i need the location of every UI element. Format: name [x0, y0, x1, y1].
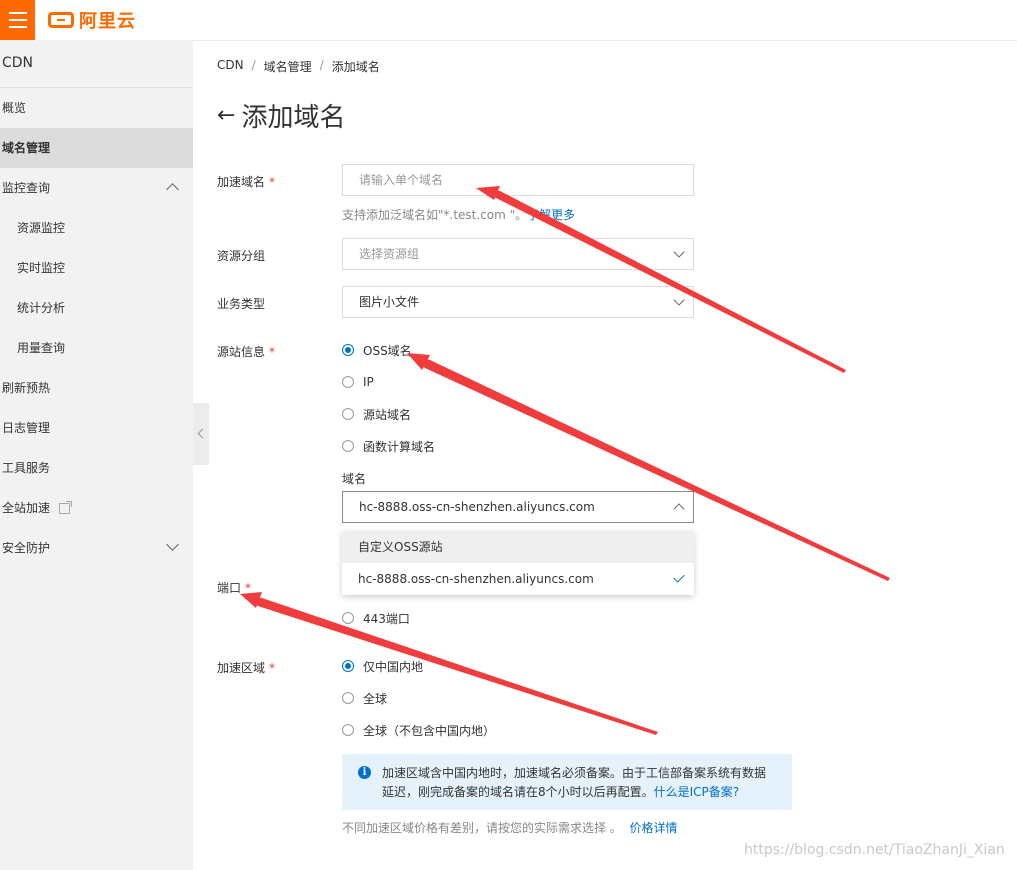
sidebar: CDN 概览 域名管理 监控查询 资源监控 实时监控 统计分析 用量查询 刷新预… — [0, 40, 193, 870]
radio-unchecked-icon — [342, 440, 354, 452]
radio-unchecked-icon — [342, 724, 354, 736]
breadcrumb-item-domain-management[interactable]: 域名管理 — [264, 58, 312, 75]
sidebar-item-tools[interactable]: 工具服务 — [0, 448, 193, 488]
breadcrumb-item-cdn[interactable]: CDN — [217, 58, 244, 75]
radio-region-global-excl-mainland[interactable]: 全球（不包含中国内地） — [342, 721, 495, 739]
checkmark-icon — [673, 571, 685, 583]
watermark: https://blog.csdn.net/TiaoZhanJi_Xian — [744, 842, 1005, 858]
radio-unchecked-icon — [342, 408, 354, 420]
radio-origin-domain[interactable]: 源站域名 — [342, 405, 411, 423]
resource-group-select[interactable]: 选择资源组 — [342, 238, 694, 270]
radio-port-443[interactable]: 443端口 — [342, 609, 410, 627]
price-details-link[interactable]: 价格详情 — [629, 821, 677, 835]
origin-domain-select[interactable]: hc-8888.oss-cn-shenzhen.aliyuncs.com — [342, 491, 694, 523]
radio-origin-ip[interactable]: IP — [342, 373, 374, 391]
external-link-icon — [59, 501, 72, 514]
domain-input[interactable] — [342, 164, 694, 196]
page-title: ← 添加域名 — [217, 102, 346, 133]
port-label: 端口 * — [217, 581, 252, 595]
breadcrumb-item-add-domain: 添加域名 — [331, 60, 380, 74]
breadcrumb-separator: / — [251, 58, 256, 72]
radio-checked-icon — [342, 660, 354, 672]
chevron-down-icon — [166, 538, 179, 551]
sidebar-item-domain-management[interactable]: 域名管理 — [0, 128, 193, 168]
chevron-down-icon — [673, 246, 685, 258]
sidebar-item-usage-query[interactable]: 用量查询 — [0, 328, 193, 368]
radio-checked-icon — [342, 344, 354, 356]
breadcrumb-separator: / — [319, 58, 324, 72]
business-type-select[interactable]: 图片小文件 — [342, 286, 694, 318]
sidebar-item-monitoring[interactable]: 监控查询 — [0, 168, 193, 208]
origin-label: 源站信息 * — [217, 345, 276, 359]
sidebar-item-refresh-preload[interactable]: 刷新预热 — [0, 368, 193, 408]
aliyun-logo-icon — [48, 12, 74, 28]
business-type-label: 业务类型 — [217, 297, 266, 311]
main-content: CDN / 域名管理 / 添加域名 ← 添加域名 加速域名* 支持添加泛域名如"… — [193, 40, 1017, 870]
resource-group-label: 资源分组 — [217, 249, 266, 263]
learn-more-link[interactable]: 了解更多 — [527, 208, 575, 222]
sidebar-item-log-management[interactable]: 日志管理 — [0, 408, 193, 448]
origin-domain-dropdown: 自定义OSS源站 hc-8888.oss-cn-shenzhen.aliyunc… — [342, 531, 694, 595]
price-note: 不同加速区域价格有差别，请按您的实际需求选择 。 价格详情 — [342, 821, 678, 835]
radio-unchecked-icon — [342, 692, 354, 704]
brand-name: 阿里云 — [79, 11, 136, 32]
sidebar-item-overview[interactable]: 概览 — [0, 88, 193, 128]
hamburger-menu-icon[interactable] — [0, 0, 35, 40]
sidebar-item-realtime-monitoring[interactable]: 实时监控 — [0, 248, 193, 288]
chevron-down-icon — [673, 294, 685, 306]
sidebar-title: CDN — [2, 55, 34, 71]
radio-unchecked-icon — [342, 612, 354, 624]
domain-help: 支持添加泛域名如"*.test.com "。了解更多 — [342, 208, 576, 222]
top-bar: 阿里云 — [0, 0, 1017, 41]
icp-notice: i 加速区域含中国内地时，加速域名必须备案。由于工信部备案系统有数据延迟，刚完成… — [342, 754, 792, 810]
back-arrow-icon[interactable]: ← — [217, 103, 235, 128]
info-icon: i — [358, 766, 371, 779]
sidebar-item-resource-monitoring[interactable]: 资源监控 — [0, 208, 193, 248]
chevron-up-icon — [673, 503, 685, 515]
chevron-up-icon — [166, 183, 179, 196]
radio-origin-oss[interactable]: OSS域名 — [342, 341, 412, 359]
radio-region-global[interactable]: 全球 — [342, 689, 387, 707]
sidebar-item-statistics[interactable]: 统计分析 — [0, 288, 193, 328]
aliyun-logo[interactable]: 阿里云 — [48, 8, 136, 32]
radio-origin-function-compute[interactable]: 函数计算域名 — [342, 437, 435, 455]
dropdown-option-oss-domain[interactable]: hc-8888.oss-cn-shenzhen.aliyuncs.com — [342, 563, 694, 595]
domain-label: 加速域名 * — [217, 175, 276, 189]
sidebar-item-dcdn[interactable]: 全站加速 — [0, 488, 193, 528]
sidebar-item-security[interactable]: 安全防护 — [0, 528, 193, 568]
breadcrumb: CDN / 域名管理 / 添加域名 — [217, 58, 380, 75]
icp-link[interactable]: 什么是ICP备案? — [654, 785, 740, 799]
origin-domain-label: 域名 — [342, 472, 367, 486]
region-label: 加速区域 * — [217, 661, 276, 675]
dropdown-option-custom-oss[interactable]: 自定义OSS源站 — [342, 531, 694, 563]
radio-unchecked-icon — [342, 376, 354, 388]
radio-region-mainland[interactable]: 仅中国内地 — [342, 657, 423, 675]
